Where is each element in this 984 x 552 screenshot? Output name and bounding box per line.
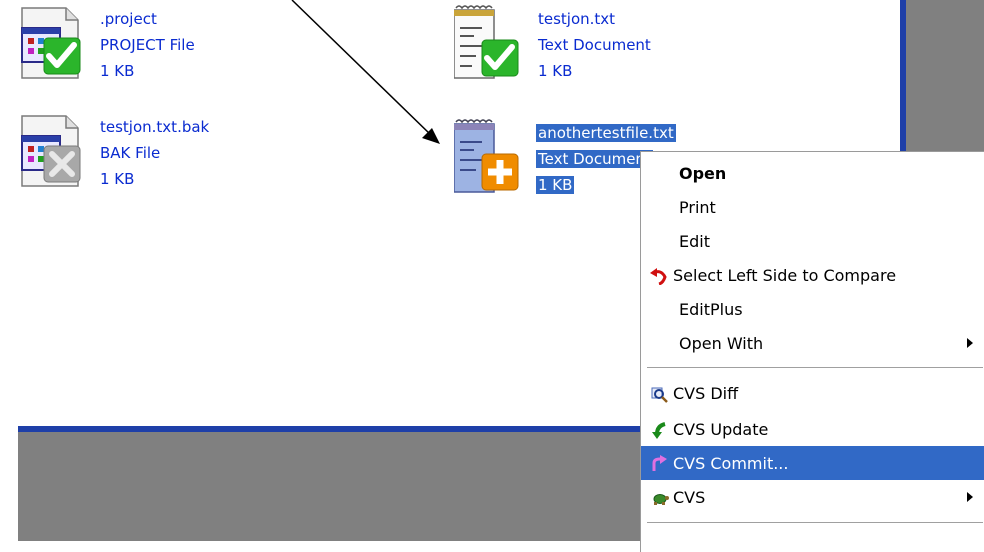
menu-item-select-left-side[interactable]: Select Left Side to Compare (641, 258, 984, 292)
menu-item-label: Select Left Side to Compare (673, 266, 897, 285)
menu-item-cvs-commit[interactable]: CVS Commit... (641, 446, 984, 480)
menu-item-label: CVS (673, 488, 706, 507)
green-arrow-icon (652, 422, 666, 439)
context-menu: Open Print Edit Select Left Side to Comp… (640, 151, 984, 552)
menu-item-label: Print (679, 198, 716, 217)
menu-separator (647, 522, 983, 523)
undo-arrow-icon (650, 268, 667, 285)
menu-item-label: CVS Diff (673, 384, 739, 403)
menu-item-cvs[interactable]: CVS (641, 480, 984, 514)
menu-item-label: Edit (679, 232, 710, 251)
turtle-icon (653, 494, 669, 505)
menu-item-label: Open (679, 164, 727, 183)
menu-item-cvs-update[interactable]: CVS Update (641, 412, 984, 446)
magnifier-icon (651, 387, 668, 403)
menu-item-print[interactable]: Print (641, 190, 984, 224)
submenu-arrow-icon (967, 338, 973, 348)
menu-item-label: CVS Commit... (673, 454, 789, 473)
menu-item-open[interactable]: Open (641, 156, 984, 190)
menu-separator (647, 367, 983, 368)
menu-item-open-with[interactable]: Open With (641, 326, 984, 360)
pink-arrow-icon (652, 455, 667, 471)
menu-item-label: CVS Update (673, 420, 769, 439)
menu-item-label: Open With (679, 334, 764, 353)
menu-item-edit[interactable]: Edit (641, 224, 984, 258)
menu-item-cvs-diff[interactable]: CVS Diff (641, 376, 984, 410)
submenu-arrow-icon (967, 492, 973, 502)
menu-item-label: EditPlus (679, 300, 743, 319)
menu-item-editplus[interactable]: EditPlus (641, 292, 984, 326)
